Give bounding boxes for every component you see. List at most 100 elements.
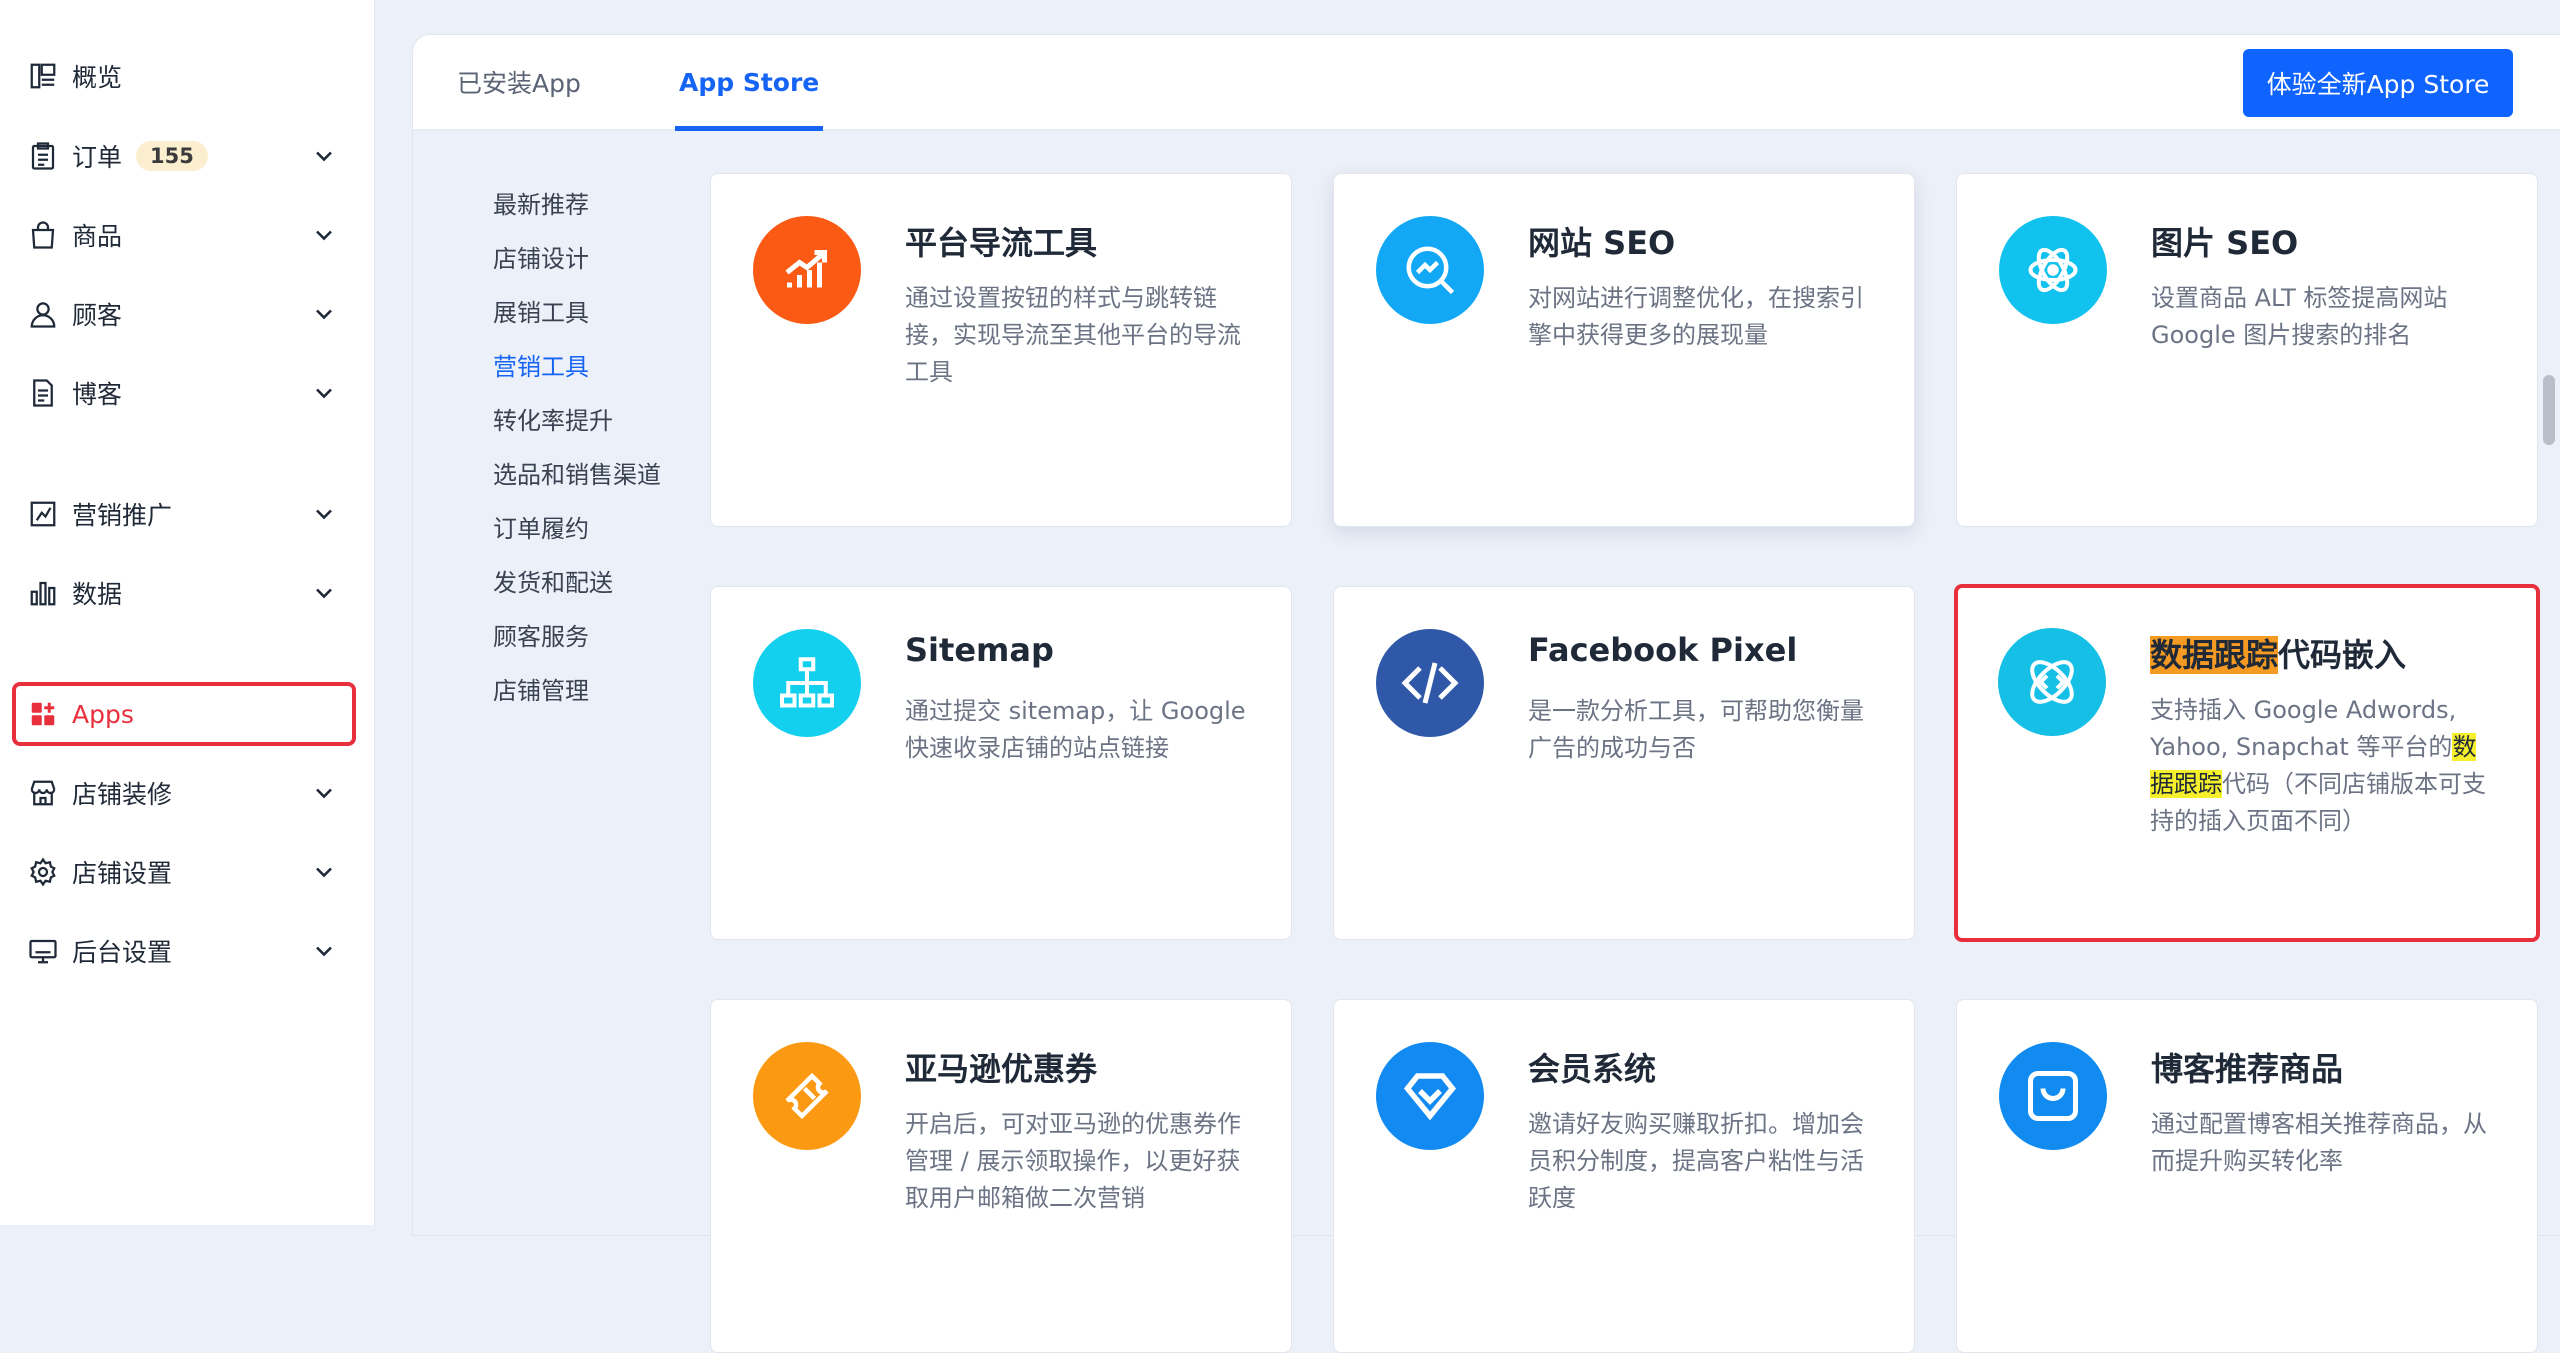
category-item[interactable]: 顾客服务 (493, 607, 703, 661)
code-orbit-icon (1998, 628, 2106, 736)
app-title: 亚马逊优惠券 (905, 1050, 1098, 1088)
sidebar-item-label: 数据 (72, 580, 123, 609)
code-icon (1376, 629, 1484, 737)
search-highlight: 数据跟踪 (2150, 636, 2279, 674)
growth-chart-icon (753, 216, 861, 324)
app-title: 博客推荐商品 (2151, 1050, 2344, 1088)
diamond-icon (1376, 1042, 1484, 1150)
try-new-app-store-button[interactable]: 体验全新App Store (2243, 49, 2513, 117)
app-card-platform-traffic[interactable]: 平台导流工具 通过设置按钮的样式与跳转链接，实现导流至其他平台的导流工具 (710, 173, 1292, 527)
sidebar-item-label: 店铺设置 (72, 859, 173, 888)
clipboard-icon (28, 141, 58, 171)
app-card-amazon-coupon[interactable]: 亚马逊优惠券 开启后，可对亚马逊的优惠券作管理 / 展示领取操作，以更好获取用户… (710, 999, 1292, 1353)
document-icon (28, 378, 58, 408)
bar-chart-icon (28, 578, 58, 608)
chevron-down-icon[interactable] (310, 221, 338, 249)
storefront-icon (28, 778, 58, 808)
sidebar-item-admin-settings[interactable]: 后台设置 (12, 919, 356, 983)
app-title: Facebook Pixel (1528, 631, 1798, 669)
sidebar-item-label: 博客 (72, 380, 123, 409)
category-list: 最新推荐 店铺设计 展销工具 营销工具 转化率提升 选品和销售渠道 订单履约 发… (493, 175, 703, 715)
app-card-blog-products[interactable]: 博客推荐商品 通过配置博客相关推荐商品，从而提升购买转化率 (1956, 999, 2538, 1353)
category-item-active[interactable]: 营销工具 (493, 337, 703, 391)
category-item[interactable]: 发货和配送 (493, 553, 703, 607)
sidebar-item-label: 后台设置 (72, 938, 173, 967)
app-description: 邀请好友购买赚取折扣。增加会员积分制度，提高客户粘性与活跃度 (1528, 1110, 1864, 1212)
app-title-rest: 代码嵌入 (2278, 636, 2407, 674)
app-description: 是一款分析工具，可帮助您衡量广告的成功与否 (1528, 697, 1864, 762)
tab-bar: 已安装App App Store 体验全新App Store (413, 35, 2560, 131)
sidebar-item-label: 商品 (72, 222, 123, 251)
tab-installed-apps[interactable]: 已安装App (457, 35, 581, 129)
chevron-down-icon[interactable] (310, 779, 338, 807)
marketing-icon (28, 499, 58, 529)
gear-icon (28, 857, 58, 887)
chevron-down-icon[interactable] (310, 300, 338, 328)
chevron-down-icon[interactable] (310, 858, 338, 886)
app-description: 通过设置按钮的样式与跳转链接，实现导流至其他平台的导流工具 (905, 284, 1241, 386)
sidebar-item-store-design[interactable]: 店铺装修 (12, 761, 356, 825)
app-description: 通过提交 sitemap，让 Google 快速收录店铺的站点链接 (905, 697, 1246, 762)
scrollbar-thumb[interactable] (2543, 375, 2555, 445)
shopping-bag-icon (1999, 1042, 2107, 1150)
sitemap-icon (753, 629, 861, 737)
app-card-membership[interactable]: 会员系统 邀请好友购买赚取折扣。增加会员积分制度，提高客户粘性与活跃度 (1333, 999, 1915, 1353)
sidebar-item-customers[interactable]: 顾客 (12, 282, 356, 346)
sidebar-item-label: Apps (72, 699, 134, 729)
sidebar-item-label: 营销推广 (72, 501, 173, 530)
monitor-icon (28, 936, 58, 966)
chevron-down-icon[interactable] (310, 142, 338, 170)
app-store-panel: 已安装App App Store 体验全新App Store 最新推荐 店铺设计… (412, 34, 2560, 1353)
category-item[interactable]: 选品和销售渠道 (493, 445, 703, 499)
app-card-website-seo[interactable]: 网站 SEO 对网站进行调整优化，在搜索引擎中获得更多的展现量 (1333, 173, 1915, 527)
app-card-facebook-pixel[interactable]: Facebook Pixel 是一款分析工具，可帮助您衡量广告的成功与否 (1333, 586, 1915, 940)
category-item[interactable]: 展销工具 (493, 283, 703, 337)
app-card-image-seo[interactable]: 图片 SEO 设置商品 ALT 标签提高网站 Google 图片搜索的排名 (1956, 173, 2538, 527)
app-title: 数据跟踪代码嵌入 (2150, 630, 2506, 676)
sidebar-item-marketing[interactable]: 营销推广 (12, 482, 356, 546)
ticket-icon (753, 1042, 861, 1150)
shopping-bag-icon (28, 220, 58, 250)
chevron-down-icon[interactable] (310, 379, 338, 407)
sidebar-item-label: 订单 (72, 143, 123, 172)
sidebar-item-data[interactable]: 数据 (12, 561, 356, 625)
category-item[interactable]: 转化率提升 (493, 391, 703, 445)
chevron-down-icon[interactable] (310, 579, 338, 607)
sidebar-item-store-settings[interactable]: 店铺设置 (12, 840, 356, 904)
app-card-sitemap[interactable]: Sitemap 通过提交 sitemap，让 Google 快速收录店铺的站点链… (710, 586, 1292, 940)
app-title: 图片 SEO (2151, 224, 2299, 262)
orders-count-badge: 155 (136, 141, 208, 171)
sidebar-item-products[interactable]: 商品 (12, 203, 356, 267)
app-title: Sitemap (905, 631, 1054, 669)
chevron-down-icon[interactable] (310, 500, 338, 528)
app-description: 设置商品 ALT 标签提高网站 Google 图片搜索的排名 (2151, 284, 2448, 349)
category-item[interactable]: 店铺设计 (493, 229, 703, 283)
sidebar-item-overview[interactable]: 概览 (12, 44, 356, 108)
app-title: 网站 SEO (1528, 224, 1676, 262)
dashboard-icon (28, 61, 58, 91)
atom-icon (1999, 216, 2107, 324)
app-description: 开启后，可对亚马逊的优惠券作管理 / 展示领取操作，以更好获取用户邮箱做二次营销 (905, 1110, 1241, 1212)
sidebar-item-label: 顾客 (72, 301, 123, 330)
category-item[interactable]: 订单履约 (493, 499, 703, 553)
app-title: 会员系统 (1528, 1050, 1657, 1088)
tab-app-store[interactable]: App Store (675, 35, 824, 131)
app-description: 支持插入 Google Adwords, Yahoo, Snapchat 等平台… (2150, 692, 2500, 840)
app-description: 通过配置博客相关推荐商品，从而提升购买转化率 (2151, 1110, 2487, 1175)
desc-part: 支持插入 Google Adwords, Yahoo, Snapchat 等平台… (2150, 696, 2457, 761)
sidebar-item-orders[interactable]: 订单 155 (12, 124, 356, 188)
sidebar: 概览 订单 155 商品 顾客 博客 营销推广 数据 Apps 店铺装修 店铺设… (0, 0, 375, 1225)
sidebar-item-label: 概览 (72, 63, 123, 92)
seo-search-icon (1376, 216, 1484, 324)
user-icon (28, 299, 58, 329)
sidebar-item-label: 店铺装修 (72, 780, 173, 809)
sidebar-item-blog[interactable]: 博客 (12, 361, 356, 425)
app-card-tracking-code[interactable]: 数据跟踪代码嵌入 支持插入 Google Adwords, Yahoo, Sna… (1954, 584, 2540, 942)
category-item[interactable]: 最新推荐 (493, 175, 703, 229)
chevron-down-icon[interactable] (310, 937, 338, 965)
apps-icon (28, 699, 58, 729)
app-title: 平台导流工具 (905, 224, 1098, 262)
sidebar-item-apps[interactable]: Apps (12, 682, 356, 746)
app-description: 对网站进行调整优化，在搜索引擎中获得更多的展现量 (1528, 284, 1864, 349)
category-item[interactable]: 店铺管理 (493, 661, 703, 715)
